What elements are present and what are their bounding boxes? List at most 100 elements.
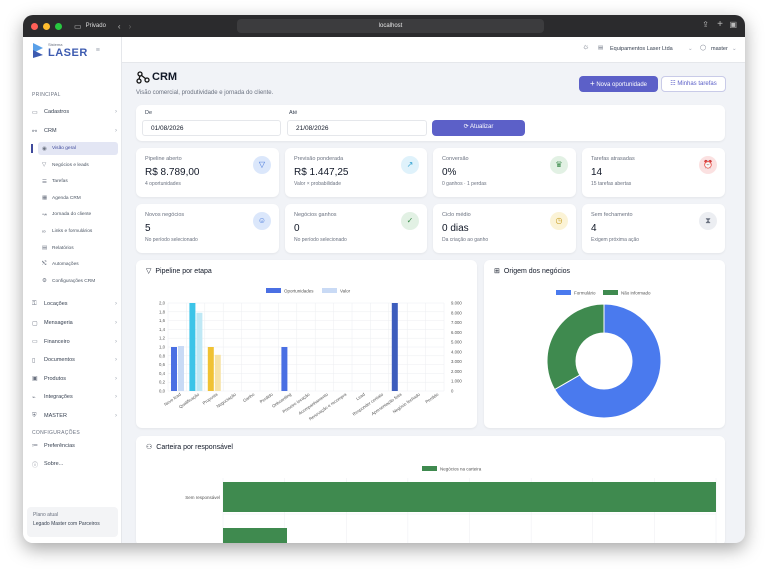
sidebar-item-sobre-[interactable]: ⓘ Sobre... [32,458,117,470]
new-tab-icon[interactable]: + [717,19,723,30]
new-opportunity-button[interactable]: + Nova oportunidade [579,76,658,92]
sidebar-item-documentos[interactable]: ▯ Documentos › [32,354,117,366]
menu-collapse-icon[interactable]: ≡ [96,47,100,54]
my-tasks-label: Minhas tarefas [677,81,717,87]
sidebar-item-cadastros[interactable]: ▭ Cadastros › [32,106,117,118]
plan-value: Legado Master com Parceiros [33,521,100,527]
y-tick-label: 0,6 [159,362,166,367]
kpi-sub: Exigem próxima ação [591,237,640,243]
chevron-right-icon: › [115,338,117,345]
origin-chart: Formulário Não informado [546,290,662,419]
trophy-icon: ♛ [550,156,568,174]
url-text: localhost [378,23,403,29]
to-date-input[interactable]: 21/08/2026 [287,120,427,136]
sidebar-item-prefer-ncias[interactable]: ≔ Preferências [32,440,117,452]
plug-icon: ⌁ [32,394,36,401]
sidebar-item-integra-es[interactable]: ⌁ Integrações › [32,391,117,403]
crm-sub-neg-cios-e-leads[interactable]: ▽ Negócios e leads [38,159,118,172]
section-principal: PRINCIPAL [32,92,61,98]
sidebar-item-crm[interactable]: ⚯ CRM › [32,125,117,137]
kpi-value: 0 [294,223,300,234]
crm-sub-vis-o-geral[interactable]: ◉ Visão geral [38,142,118,155]
bar-opportunities [207,347,214,391]
tabs-icon[interactable]: ▣ [729,20,737,29]
funnel-icon: ▽ [146,268,152,275]
sidebar-toggle-icon[interactable]: ▭ [74,22,82,31]
user-menu[interactable]: master [711,46,728,52]
logo-icon [33,43,43,58]
kpi-card: Conversão 0% 0 ganhos · 1 perdas ♛ [433,148,576,197]
sidebar-item-label: Financeiro [44,338,70,345]
doc-icon: ▯ [32,357,36,364]
sidebar-item-label: Integrações [44,394,73,401]
back-icon[interactable]: ‹ [118,22,121,31]
theme-sun-icon[interactable]: ☼ [582,42,589,51]
from-date-input[interactable]: 01/08/2026 [142,120,281,136]
sidebar-item-master[interactable]: ⛨ MASTER › [32,410,117,422]
bar-value [214,354,221,391]
origin-card: ⊞ Origem dos negócios Formulário Não infor… [484,260,725,428]
forward-icon[interactable]: › [129,22,132,31]
bar-opportunities [281,347,288,391]
y-tick-label: 0,0 [159,389,166,394]
bar-value [196,312,203,391]
building-icon: ▤ [598,45,604,51]
minimize-dot[interactable] [43,22,50,30]
chevron-right-icon: › [115,375,117,382]
y2-tick-label: 7.000 [451,320,462,325]
users-icon: ⚇ [146,444,153,451]
company-selector[interactable]: Equipamentos Laser Ltda [610,46,673,52]
kpi-card: Negócios ganhos 0 No período selecionado ✓ [285,204,427,253]
kpi-card: Sem fechamento 4 Exigem próxima ação ⧗ [582,204,725,253]
crm-sub-automa-es[interactable]: ⤭ Automações [38,258,118,271]
sidebar-item-label: Produtos [44,375,67,382]
crm-sub-jornada-do-cliente[interactable]: ↝ Jornada do cliente [38,208,118,221]
chevron-right-icon: › [115,394,117,401]
kpi-value: 5 [145,223,151,234]
crm-sub-agenda-crm[interactable]: ▦ Agenda CRM [38,192,118,205]
portfolio-card: ⚇ Carteira por responsável Negócios na ca… [136,436,725,543]
kpi-value: 4 [591,223,597,234]
sidebar-item-label: MASTER [44,413,67,419]
kpi-card: Tarefas atrasadas 14 15 tarefas abertas ⏰ [582,148,725,197]
link-icon: ∞ [42,228,46,235]
kpi-value: R$ 1.447,25 [294,167,349,178]
refresh-button[interactable]: ⟳ Atualizar [432,120,525,136]
crm-sub-label: Links e formulários [52,229,93,234]
crm-icon [136,71,150,84]
y2-tick-label: 5.000 [451,340,462,345]
logo: Sistema LASER ≡ [30,41,100,59]
portfolio-chart: Negócios na carteira Sem responsável [185,466,717,543]
y2-tick-label: 3.000 [451,359,462,364]
crm-sub-links-e-formul-rios[interactable]: ∞ Links e formulários [38,225,118,238]
crm-icon: ⚯ [32,128,38,135]
page-title: CRM [152,71,178,83]
y2-tick-label: 1.000 [451,379,462,384]
kpi-card: Novos negócios 5 No período selecionado ☺ [136,204,279,253]
funnel-icon: ▽ [42,162,47,169]
chevron-right-icon: › [115,357,117,364]
sidebar-item-financeiro[interactable]: ▭ Financeiro › [32,336,117,348]
chevron-right-icon: › [115,128,117,134]
sidebar-item-label: Documentos [44,357,75,364]
my-tasks-button[interactable]: ☷ Minhas tarefas [661,76,726,92]
bar-portfolio [223,482,716,512]
sliders-icon: ≔ [32,443,38,450]
plan-box: Plano atual Legado Master com Parceiros [27,507,118,537]
info-icon: ⓘ [32,462,39,469]
crm-sub-configura-es-crm[interactable]: ⚙ Configurações CRM [38,275,118,288]
share-icon[interactable]: ⇪ [702,20,709,29]
kpi-sub: Da criação ao ganho [442,237,489,243]
new-opportunity-label: Nova oportunidade [596,82,648,88]
sidebar-item-loca-es[interactable]: ⚿ Locações › [32,298,117,310]
close-dot[interactable] [31,22,38,30]
url-bar[interactable]: localhost [237,19,544,33]
chevron-right-icon: › [115,413,117,419]
sidebar-item-produtos[interactable]: ▣ Produtos › [32,373,117,385]
y2-tick-label: 9.000 [451,301,462,306]
maximize-dot[interactable] [55,22,62,30]
crm-sub-tarefas[interactable]: ☰ Tarefas [38,175,118,188]
crm-sub-relat-rios[interactable]: ▤ Relatórios [38,242,118,255]
y2-tick-label: 4.000 [451,349,462,354]
sidebar-item-mensageria[interactable]: ▢ Mensageria › [32,317,117,329]
